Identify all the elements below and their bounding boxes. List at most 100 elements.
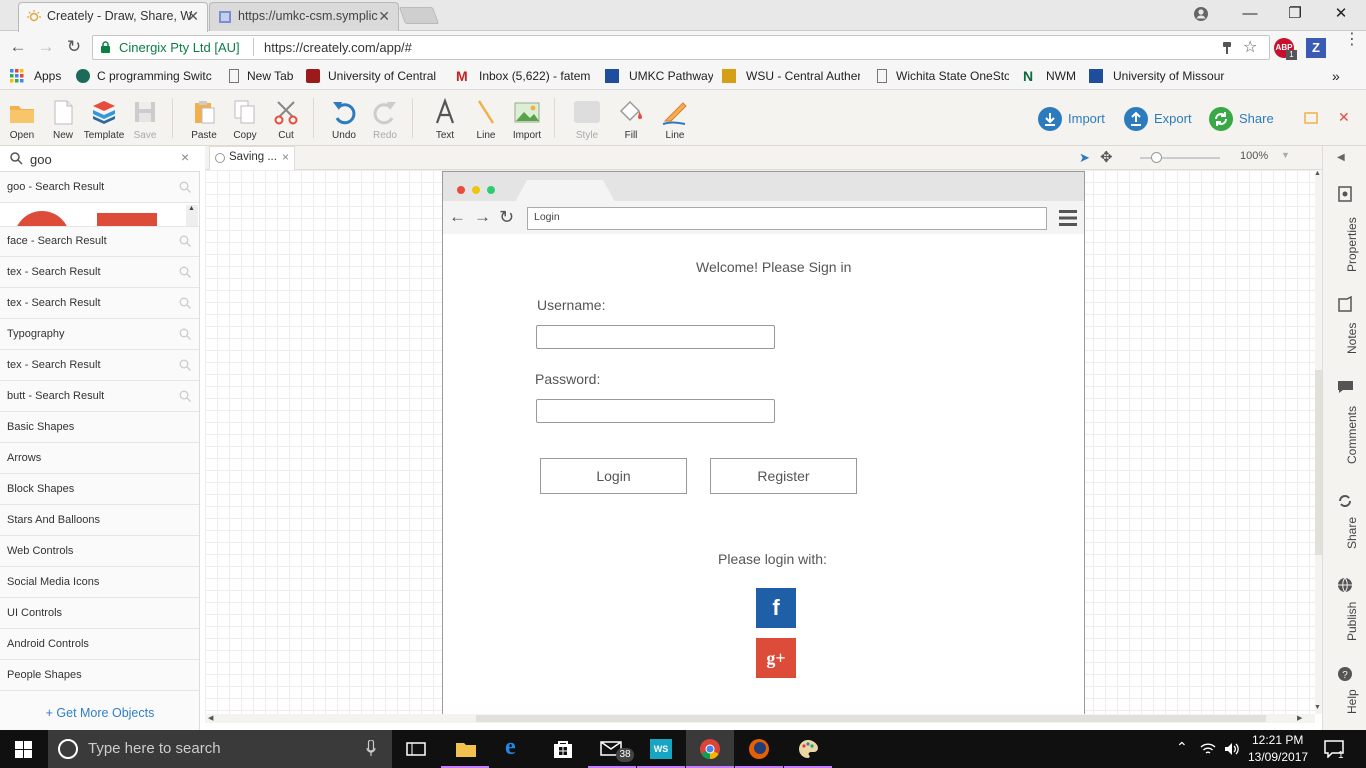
library-item[interactable]: Typography [0,319,199,350]
library-item[interactable]: tex - Search Result [0,350,199,381]
import-image-button[interactable]: Import [506,98,548,141]
text-tool-button[interactable]: Text [424,98,466,141]
undo-button[interactable]: Undo [323,98,365,141]
key-icon[interactable] [1221,41,1233,55]
library-item[interactable]: UI Controls [0,598,199,629]
collapse-rail-icon[interactable]: ◀ [1337,152,1345,163]
bookmarks-overflow-button[interactable]: » [1332,68,1346,84]
profile-icon[interactable] [1193,6,1209,22]
library-item[interactable]: People Shapes [0,660,199,691]
bookmark-item[interactable]: WSU - Central Auther [722,68,860,84]
new-tab-button[interactable] [398,7,440,24]
paint-button[interactable] [784,730,832,768]
select-pointer-icon[interactable]: ➤ [1079,150,1090,166]
library-item[interactable]: goo - Search Result [0,172,199,203]
library-item[interactable]: face - Search Result [0,226,199,257]
google-square-shape[interactable] [97,213,157,226]
style-button[interactable]: Style [566,98,608,141]
google-circle-shape[interactable] [14,211,70,226]
volume-icon[interactable] [1224,742,1240,756]
vertical-scroll-thumb[interactable] [1315,370,1322,555]
search-icon[interactable] [179,359,191,371]
menu-kebab-icon[interactable]: ⋮ [1344,32,1360,48]
bookmark-item[interactable]: C programming Switc [76,68,214,84]
diagram-grid[interactable]: ← → ↻ Login Welcome! Please Sign in User… [205,170,1315,716]
search-icon[interactable] [179,181,191,193]
clear-search-icon[interactable]: × [181,149,189,165]
thumb-scrollbar[interactable]: ▲ [186,205,198,226]
library-item[interactable]: Arrows [0,443,199,474]
zoom-level[interactable]: 100% [1240,150,1268,162]
publish-tab[interactable]: Publish [1329,577,1361,643]
url-text[interactable]: https://creately.com/app/# [264,40,412,55]
properties-tab[interactable]: Properties [1329,186,1361,276]
redo-button[interactable]: Redo [364,98,406,141]
horizontal-scroll-thumb[interactable] [476,715,1266,722]
copy-button[interactable]: Copy [224,98,266,141]
clock-time[interactable]: 12:21 PM [1252,733,1303,747]
template-button[interactable]: Template [83,98,125,141]
wifi-icon[interactable] [1200,742,1216,756]
restore-button[interactable]: ❐ [1272,0,1318,28]
share-tab[interactable]: Share [1329,493,1361,551]
search-icon[interactable] [179,328,191,340]
pan-move-icon[interactable]: ✥ [1100,148,1113,166]
fill-button[interactable]: Fill [610,98,652,141]
browser-tab-creately[interactable]: Creately - Draw, Share, W ✕ [18,2,208,32]
bookmark-item[interactable]: M Inbox (5,622) - fatem [456,68,592,84]
horizontal-scrollbar[interactable]: ◀ ▶ [205,714,1315,723]
bookmark-star-icon[interactable]: ☆ [1243,37,1257,57]
search-icon[interactable] [179,390,191,402]
taskbar-search-box[interactable]: Type here to search [48,730,392,768]
line-tool-button[interactable]: Line [465,98,507,141]
zoom-slider-handle[interactable] [1151,152,1162,163]
library-item[interactable]: Block Shapes [0,474,199,505]
bookmark-item[interactable]: University of Missour [1089,68,1225,84]
zoom-dropdown-icon[interactable]: ▼ [1281,150,1290,160]
store-button[interactable] [539,730,587,768]
search-icon[interactable] [179,297,191,309]
line-style-button[interactable]: Line [654,98,696,141]
vertical-scrollbar[interactable]: ▲ ▼ [1314,170,1322,714]
notes-tab[interactable]: Notes [1329,296,1361,356]
chrome-button[interactable] [686,730,734,768]
google-plus-icon[interactable]: g+ [756,638,796,678]
library-item[interactable]: Social Media Icons [0,567,199,598]
task-view-button[interactable] [392,730,440,768]
bookmark-item[interactable]: University of Central [306,68,442,84]
clock-date[interactable]: 13/09/2017 [1248,750,1308,764]
tab-close-icon[interactable]: ✕ [187,3,199,30]
comments-tab[interactable]: Comments [1329,380,1361,466]
register-button[interactable]: Register [710,458,857,494]
username-field[interactable] [536,325,775,349]
scroll-down-icon[interactable]: ▼ [1314,704,1321,711]
tab-close-icon[interactable]: ✕ [378,3,390,30]
new-button[interactable]: New [42,98,84,141]
scroll-left-icon[interactable]: ◀ [208,714,213,722]
mail-button[interactable]: 38 [588,730,636,768]
address-bar[interactable]: Cinergix Pty Ltd [AU] https://creately.c… [92,35,1270,60]
document-tab[interactable]: Saving ... × [209,146,295,170]
edge-button[interactable]: e [490,730,538,768]
show-hidden-icons[interactable]: ⌃ [1176,739,1188,756]
close-editor-icon[interactable]: ✕ [1338,109,1350,126]
forward-arrow-icon[interactable]: → [35,37,57,57]
reload-icon[interactable]: ↻ [63,37,85,57]
password-field[interactable] [536,399,775,423]
login-button[interactable]: Login [540,458,687,494]
scroll-up-icon[interactable]: ▲ [1314,170,1321,177]
back-arrow-icon[interactable]: ← [7,37,29,57]
library-search-input[interactable] [30,149,170,169]
library-item[interactable]: Basic Shapes [0,412,199,443]
zotero-extension-icon[interactable]: Z [1306,38,1326,58]
start-button[interactable] [0,730,48,768]
browser-mockup-shape[interactable]: ← → ↻ Login Welcome! Please Sign in User… [442,171,1085,716]
scroll-right-icon[interactable]: ▶ [1297,714,1302,722]
library-item[interactable]: butt - Search Result [0,381,199,412]
get-more-objects-link[interactable]: + Get More Objects [0,698,200,728]
bookmark-item[interactable]: UMKC Pathway [605,68,713,84]
bookmark-apps[interactable]: Apps [10,68,70,84]
close-window-button[interactable]: ✕ [1318,0,1364,28]
share-button[interactable]: Share [1209,106,1274,132]
library-item[interactable]: tex - Search Result [0,288,199,319]
